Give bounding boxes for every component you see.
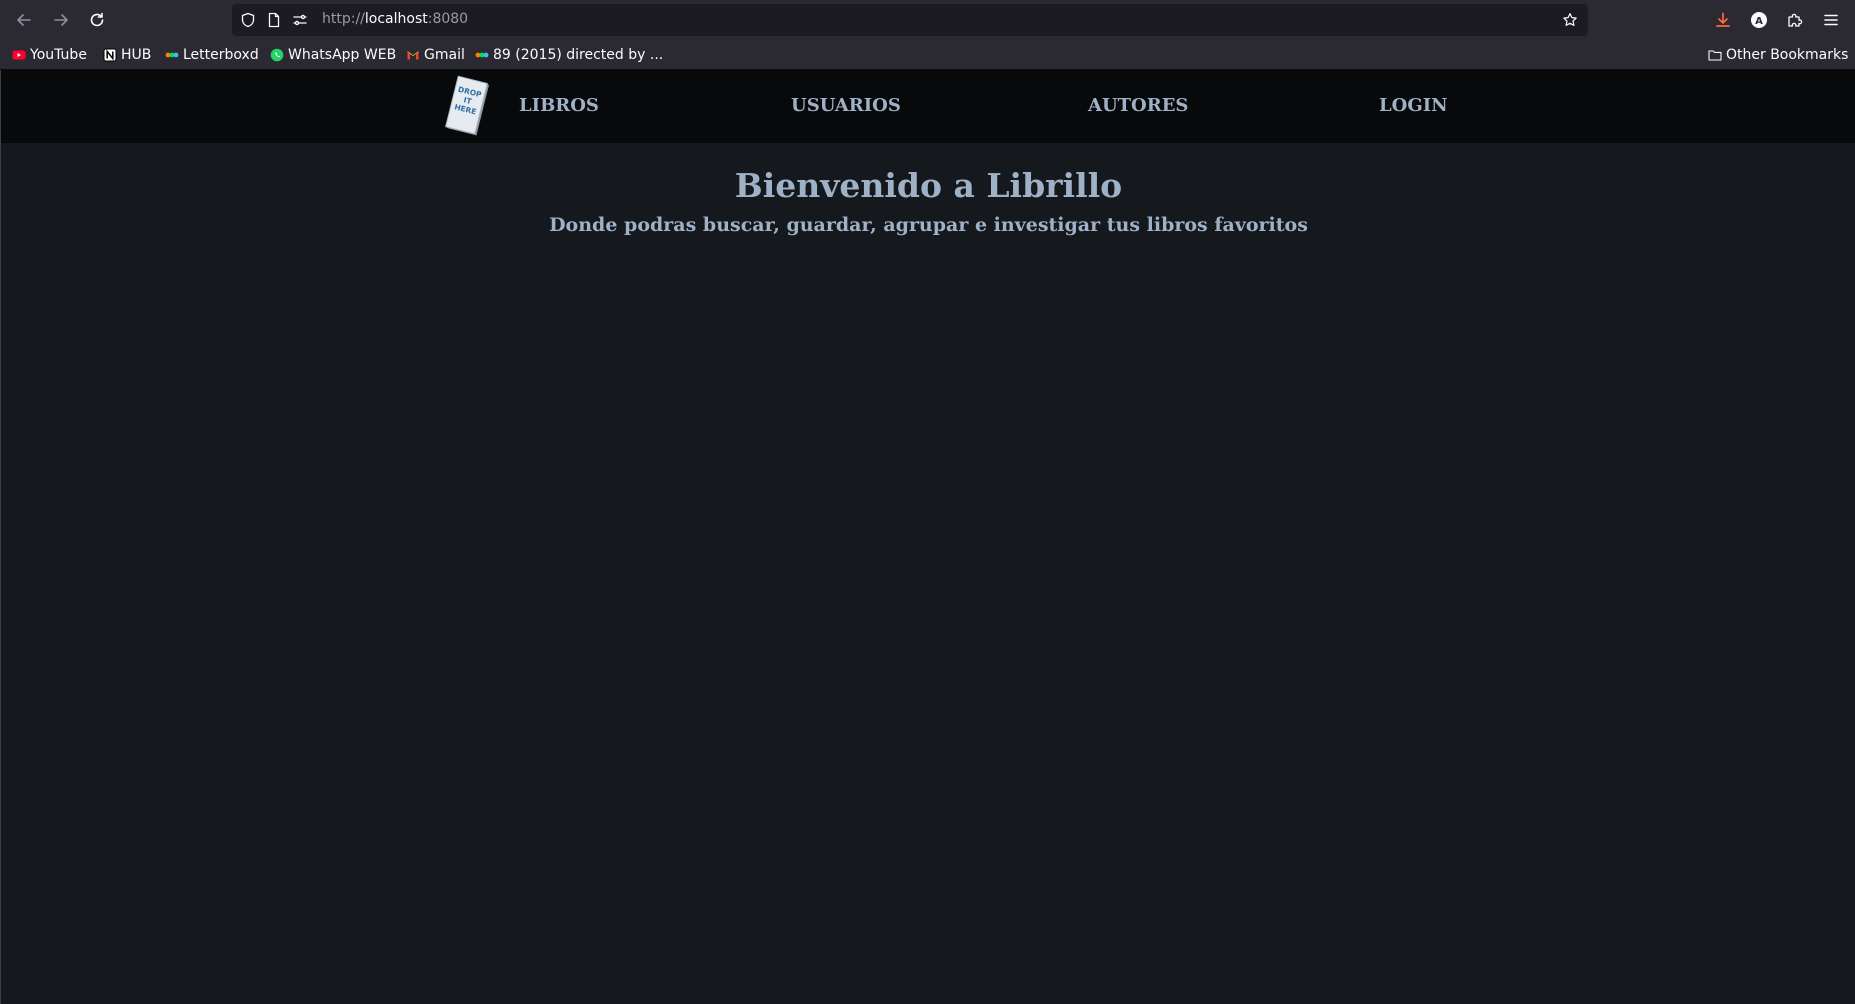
- url-port: :8080: [427, 11, 469, 27]
- bookmark-label: Other Bookmarks: [1726, 47, 1849, 63]
- arrow-right-icon: [54, 14, 68, 26]
- nav-link-login[interactable]: LOGIN: [1379, 95, 1448, 116]
- nav-link-usuarios[interactable]: USUARIOS: [791, 95, 901, 116]
- forward-button[interactable]: [49, 8, 73, 32]
- youtube-icon: [12, 48, 26, 62]
- bookmark-label: YouTube: [30, 47, 87, 63]
- bookmark-label: Letterboxd: [183, 47, 259, 63]
- bookmark-label: WhatsApp WEB: [288, 47, 397, 63]
- url-bar[interactable]: http://localhost:8080: [232, 4, 1588, 36]
- book-logo-icon: DROP IT HERE: [445, 75, 490, 136]
- letterboxd-icon: [165, 48, 179, 62]
- bookmark-89-film[interactable]: 89 (2015) directed by ...: [475, 46, 663, 64]
- bookmark-label: 89 (2015) directed by ...: [493, 47, 664, 63]
- shield-icon[interactable]: [240, 12, 256, 28]
- folder-icon: [1708, 48, 1722, 62]
- bookmark-whatsapp[interactable]: WhatsApp WEB: [270, 46, 396, 64]
- page-title: Bienvenido a Librillo: [734, 166, 1123, 205]
- star-icon: [1563, 13, 1577, 26]
- back-button[interactable]: [12, 8, 36, 32]
- site-logo[interactable]: DROP IT HERE: [441, 74, 491, 140]
- url-host: localhost: [364, 11, 428, 27]
- site-navbar: DROP IT HERE LIBROS USUARIOS AUTORES LOG…: [1, 70, 1855, 143]
- bookmark-star-button[interactable]: [1562, 12, 1578, 28]
- hamburger-menu-icon: [1824, 14, 1838, 26]
- permissions-icon[interactable]: [292, 12, 308, 28]
- page-content: DROP IT HERE LIBROS USUARIOS AUTORES LOG…: [0, 70, 1855, 1004]
- bookmark-label: Gmail: [424, 47, 465, 63]
- reload-icon: [90, 12, 104, 27]
- browser-toolbar: http://localhost:8080 A: [0, 0, 1855, 40]
- bookmark-gmail[interactable]: Gmail: [406, 46, 465, 64]
- bookmark-letterboxd[interactable]: Letterboxd: [165, 46, 259, 64]
- url-text[interactable]: http://localhost:8080: [322, 11, 468, 27]
- profile-initial: A: [1755, 16, 1763, 27]
- bookmarks-bar: YouTube HUB Letterboxd WhatsApp WEB Gmai…: [0, 40, 1855, 70]
- nav-link-libros[interactable]: LIBROS: [519, 95, 599, 116]
- extensions-button[interactable]: [1783, 8, 1807, 32]
- gmail-icon: [406, 48, 420, 62]
- notion-icon: [103, 48, 117, 62]
- arrow-left-icon: [17, 14, 31, 26]
- page-icon[interactable]: [266, 12, 282, 28]
- app-menu-button[interactable]: [1819, 8, 1843, 32]
- account-button[interactable]: A: [1747, 8, 1771, 32]
- nav-link-autores[interactable]: AUTORES: [1088, 95, 1188, 116]
- download-icon: [1716, 12, 1730, 27]
- downloads-button[interactable]: [1711, 8, 1735, 32]
- url-scheme: http://: [322, 11, 365, 27]
- puzzle-icon: [1788, 13, 1803, 27]
- bookmark-hub[interactable]: HUB: [103, 46, 151, 64]
- whatsapp-icon: [270, 48, 284, 62]
- letterboxd-icon: [475, 48, 489, 62]
- account-icon: A: [1751, 12, 1767, 28]
- reload-button[interactable]: [85, 8, 109, 32]
- other-bookmarks[interactable]: Other Bookmarks: [1708, 46, 1848, 64]
- bookmark-youtube[interactable]: YouTube: [12, 46, 87, 64]
- bookmark-label: HUB: [121, 47, 152, 63]
- page-subtitle: Donde podras buscar, guardar, agrupar e …: [549, 214, 1308, 236]
